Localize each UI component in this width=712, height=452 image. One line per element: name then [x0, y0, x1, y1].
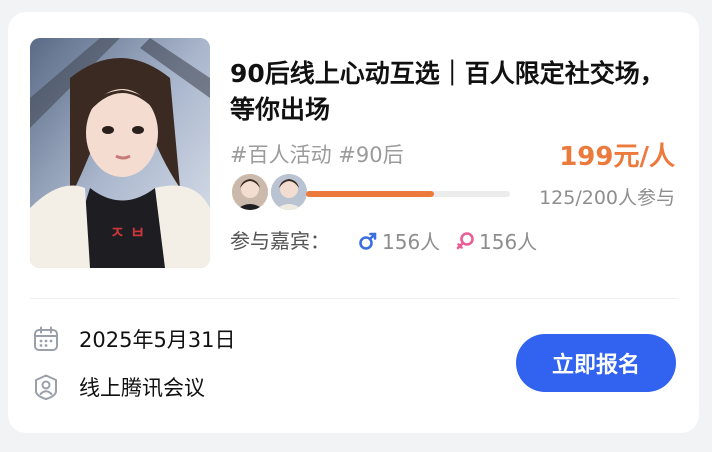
female-count-text: 156人 — [479, 230, 538, 254]
calendar-icon — [34, 326, 58, 351]
divider — [30, 298, 677, 299]
event-date-row: 2025年5月31日 — [32, 324, 236, 354]
event-cover-image: ㅈ ㅂ — [30, 38, 210, 268]
location-shield-icon — [35, 374, 57, 400]
svg-text:ㅈ ㅂ: ㅈ ㅂ — [110, 223, 145, 242]
event-location-row: 线上腾讯会议 — [32, 372, 205, 402]
progress-fill — [306, 191, 434, 197]
male-guest-count: 156人 — [358, 226, 440, 255]
event-title: 90后线上心动互选｜百人限定社交场，等你出场 — [230, 59, 665, 124]
male-count-text: 156人 — [382, 230, 441, 254]
participation-progress-bar — [306, 191, 510, 197]
event-tags: #百人活动 #90后 — [230, 143, 404, 167]
male-icon — [359, 232, 377, 250]
avatar — [269, 172, 309, 212]
event-location: 线上腾讯会议 — [79, 376, 205, 400]
participant-count: 125/200人参与 — [539, 187, 675, 209]
female-guest-count: 156人 — [455, 226, 537, 255]
event-price: 199元/人 — [559, 142, 675, 172]
female-icon — [456, 231, 474, 249]
guests-label: 参与嘉宾： — [230, 229, 330, 253]
event-date: 2025年5月31日 — [79, 328, 236, 352]
event-card[interactable]: ㅈ ㅂ 90后线上心动互选｜百人限定社交场，等你出场 #百人活动 #90后 19… — [8, 12, 699, 433]
signup-button[interactable]: 立即报名 — [516, 334, 676, 392]
avatar — [230, 172, 270, 212]
